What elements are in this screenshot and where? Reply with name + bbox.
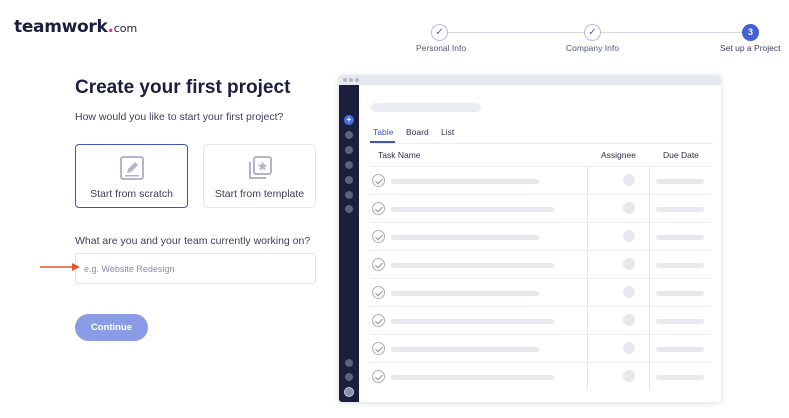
- nav-dot-icon: [345, 205, 353, 213]
- teamwork-logo: teamwork.com: [14, 17, 137, 37]
- stepper-connector: [601, 32, 742, 33]
- working-on-question: What are you and your team currently wor…: [75, 235, 311, 247]
- task-row: [370, 194, 712, 222]
- due-date-placeholder: [656, 291, 704, 296]
- task-name-placeholder: [391, 375, 554, 380]
- task-check-icon: [372, 258, 385, 271]
- logo-name: teamwork: [14, 17, 108, 37]
- nav-dot-icon: [345, 146, 353, 154]
- project-name-input[interactable]: [75, 253, 316, 284]
- window-dot-icon: [355, 78, 359, 82]
- task-check-icon: [372, 286, 385, 299]
- start-from-scratch-label: Start from scratch: [90, 188, 173, 200]
- logo-tld: com: [113, 22, 138, 35]
- assignee-avatar: [623, 286, 635, 298]
- step-2-check-icon: ✓: [584, 24, 601, 41]
- page-subtitle: How would you like to start your first p…: [75, 111, 284, 123]
- project-preview: + Table Board List Task Name Assignee Du…: [339, 75, 721, 402]
- task-row: [370, 250, 712, 278]
- page-title: Create your first project: [75, 77, 291, 98]
- nav-dot-icon: [345, 359, 353, 367]
- continue-button[interactable]: Continue: [75, 314, 148, 341]
- task-name-placeholder: [391, 179, 539, 184]
- task-check-icon: [372, 174, 385, 187]
- edit-document-icon: [119, 156, 144, 180]
- assignee-avatar: [623, 314, 635, 326]
- due-date-placeholder: [656, 207, 704, 212]
- add-icon: +: [344, 115, 354, 125]
- preview-tab-board: Board: [406, 127, 429, 137]
- start-from-scratch-card[interactable]: Start from scratch: [75, 144, 188, 208]
- assignee-avatar: [623, 370, 635, 382]
- nav-dot-icon: [345, 191, 353, 199]
- task-name-placeholder: [391, 347, 539, 352]
- template-star-icon: [248, 156, 272, 179]
- stepper-connector: [448, 32, 584, 33]
- task-name-placeholder: [391, 319, 554, 324]
- avatar: [344, 387, 354, 397]
- nav-dot-icon: [345, 131, 353, 139]
- step-3-number: 3: [742, 24, 759, 41]
- nav-dot-icon: [345, 176, 353, 184]
- step-2-label: Company Info: [566, 43, 619, 53]
- due-date-placeholder: [656, 179, 704, 184]
- assignee-avatar: [623, 202, 635, 214]
- task-name-placeholder: [391, 235, 539, 240]
- due-date-placeholder: [656, 319, 704, 324]
- task-check-icon: [372, 230, 385, 243]
- due-date-placeholder: [656, 375, 704, 380]
- step-1-label: Personal Info: [416, 43, 467, 53]
- task-check-icon: [372, 342, 385, 355]
- assignee-avatar: [623, 258, 635, 270]
- column-header-assignee: Assignee: [601, 150, 636, 160]
- step-3-label: Set up a Project: [720, 43, 781, 53]
- preview-title-placeholder: [371, 103, 481, 112]
- task-name-placeholder: [391, 263, 554, 268]
- due-date-placeholder: [656, 235, 704, 240]
- task-name-placeholder: [391, 207, 554, 212]
- task-name-placeholder: [391, 291, 539, 296]
- preview-tab-table: Table: [373, 127, 394, 137]
- preview-tab-list: List: [441, 127, 455, 137]
- task-check-icon: [372, 370, 385, 383]
- task-check-icon: [372, 314, 385, 327]
- task-row: [370, 222, 712, 250]
- nav-dot-icon: [345, 161, 353, 169]
- nav-dot-icon: [345, 373, 353, 381]
- step-1-check-icon: ✓: [431, 24, 448, 41]
- window-dot-icon: [343, 78, 347, 82]
- start-from-template-card[interactable]: Start from template: [203, 144, 316, 208]
- due-date-placeholder: [656, 263, 704, 268]
- task-row: [370, 306, 712, 334]
- task-row: [370, 278, 712, 306]
- annotation-arrow-icon: [40, 263, 80, 271]
- tab-divider: [370, 143, 713, 144]
- column-header-due-date: Due Date: [663, 150, 699, 160]
- start-from-template-label: Start from template: [214, 188, 305, 200]
- assignee-avatar: [623, 174, 635, 186]
- assignee-avatar: [623, 230, 635, 242]
- due-date-placeholder: [656, 347, 704, 352]
- task-check-icon: [372, 202, 385, 215]
- task-row: [370, 166, 712, 194]
- preview-sidebar: +: [339, 85, 359, 402]
- window-dot-icon: [349, 78, 353, 82]
- preview-window-bar: [339, 75, 721, 85]
- column-header-task-name: Task Name: [378, 150, 421, 160]
- task-row: [370, 334, 712, 362]
- task-row: [370, 362, 712, 390]
- assignee-avatar: [623, 342, 635, 354]
